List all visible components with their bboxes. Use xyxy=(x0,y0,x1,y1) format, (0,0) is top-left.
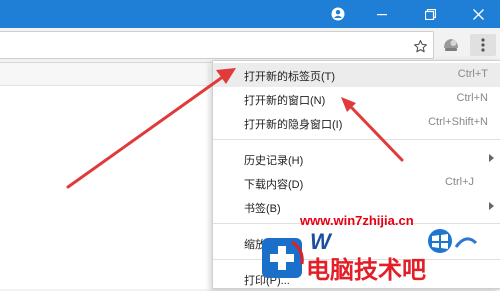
menu-item-shortcut: Ctrl+N xyxy=(456,92,488,104)
menu-dots-icon[interactable] xyxy=(470,34,496,56)
menu-item-label: 打开新的窗口(N) xyxy=(244,95,326,107)
menu-item-history[interactable]: 历史记录(H) xyxy=(213,147,500,171)
window-title-bar xyxy=(0,0,500,28)
menu-item-shortcut: Ctrl+Shift+N xyxy=(428,116,488,128)
menu-separator xyxy=(213,139,500,140)
menu-item-new-tab[interactable]: 打开新的标签页(T) Ctrl+T xyxy=(213,63,500,87)
submenu-arrow-icon xyxy=(489,202,494,210)
watermark-logo-icon xyxy=(262,232,310,289)
menu-item-label: 打开新的标签页(T) xyxy=(244,71,336,83)
page-header-strip xyxy=(0,63,210,86)
watermark-url: www.win7zhijia.cn xyxy=(300,213,414,228)
address-bar[interactable] xyxy=(0,31,434,59)
menu-item-new-window[interactable]: 打开新的窗口(N) Ctrl+N xyxy=(213,87,500,111)
menu-item-shortcut: Ctrl+J xyxy=(444,176,474,188)
restore-button[interactable] xyxy=(408,0,452,28)
menu-item-downloads[interactable]: 下载内容(D) Ctrl+J xyxy=(213,171,500,195)
close-button[interactable] xyxy=(456,0,500,28)
menu-item-label: 下载内容(D) xyxy=(244,179,304,191)
star-icon[interactable] xyxy=(411,37,429,55)
watermark-brand: 电脑技术吧 xyxy=(306,257,426,284)
menu-item-label: 书签(B) xyxy=(244,203,281,215)
account-icon[interactable] xyxy=(316,0,360,28)
browser-toolbar xyxy=(0,28,500,63)
menu-item-label: 历史记录(H) xyxy=(244,155,304,167)
menu-item-new-incognito-window[interactable]: 打开新的隐身窗口(I) Ctrl+Shift+N xyxy=(213,111,500,135)
menu-item-shortcut: Ctrl+T xyxy=(457,68,488,80)
submenu-arrow-icon xyxy=(489,154,494,162)
minimize-button[interactable] xyxy=(360,0,404,28)
menu-item-label: 打开新的隐身窗口(I) xyxy=(244,119,343,131)
extension-icon[interactable] xyxy=(440,35,462,55)
